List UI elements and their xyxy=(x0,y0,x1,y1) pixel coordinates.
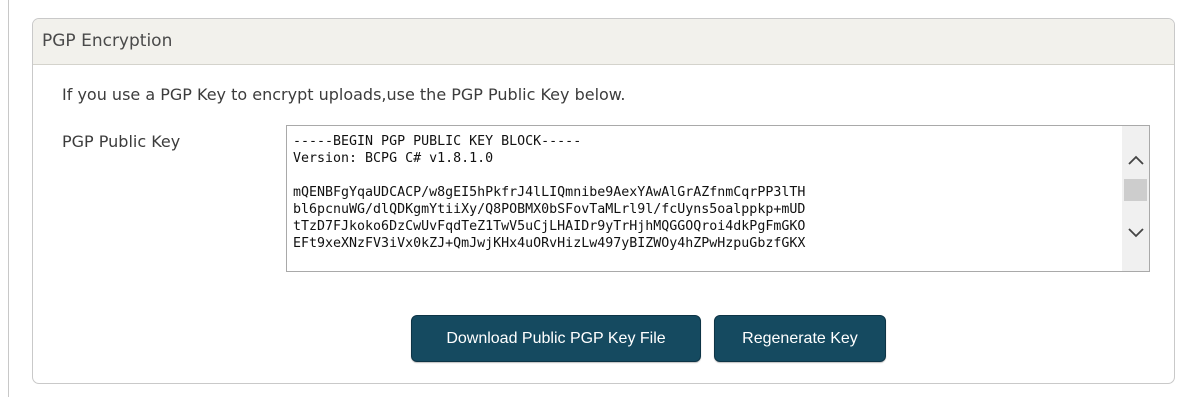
pgp-public-key-label: PGP Public Key xyxy=(62,132,181,151)
panel-title: PGP Encryption xyxy=(33,19,1174,65)
chevron-up-icon xyxy=(1127,155,1144,165)
regenerate-key-button[interactable]: Regenerate Key xyxy=(714,315,886,362)
chevron-down-icon xyxy=(1127,228,1144,238)
intro-text: If you use a PGP Key to encrypt uploads,… xyxy=(62,85,626,104)
key-scrollbar[interactable] xyxy=(1122,126,1149,271)
pgp-public-key-textarea[interactable]: -----BEGIN PGP PUBLIC KEY BLOCK----- Ver… xyxy=(293,133,1119,271)
download-public-key-button[interactable]: Download Public PGP Key File xyxy=(411,315,701,362)
scroll-thumb[interactable] xyxy=(1124,179,1147,201)
pgp-encryption-panel: PGP Encryption If you use a PGP Key to e… xyxy=(32,18,1175,384)
scroll-up-button[interactable] xyxy=(1122,146,1149,174)
pgp-public-key-box: -----BEGIN PGP PUBLIC KEY BLOCK----- Ver… xyxy=(286,125,1150,272)
page-left-rule xyxy=(8,0,9,397)
scroll-down-button[interactable] xyxy=(1122,219,1149,247)
